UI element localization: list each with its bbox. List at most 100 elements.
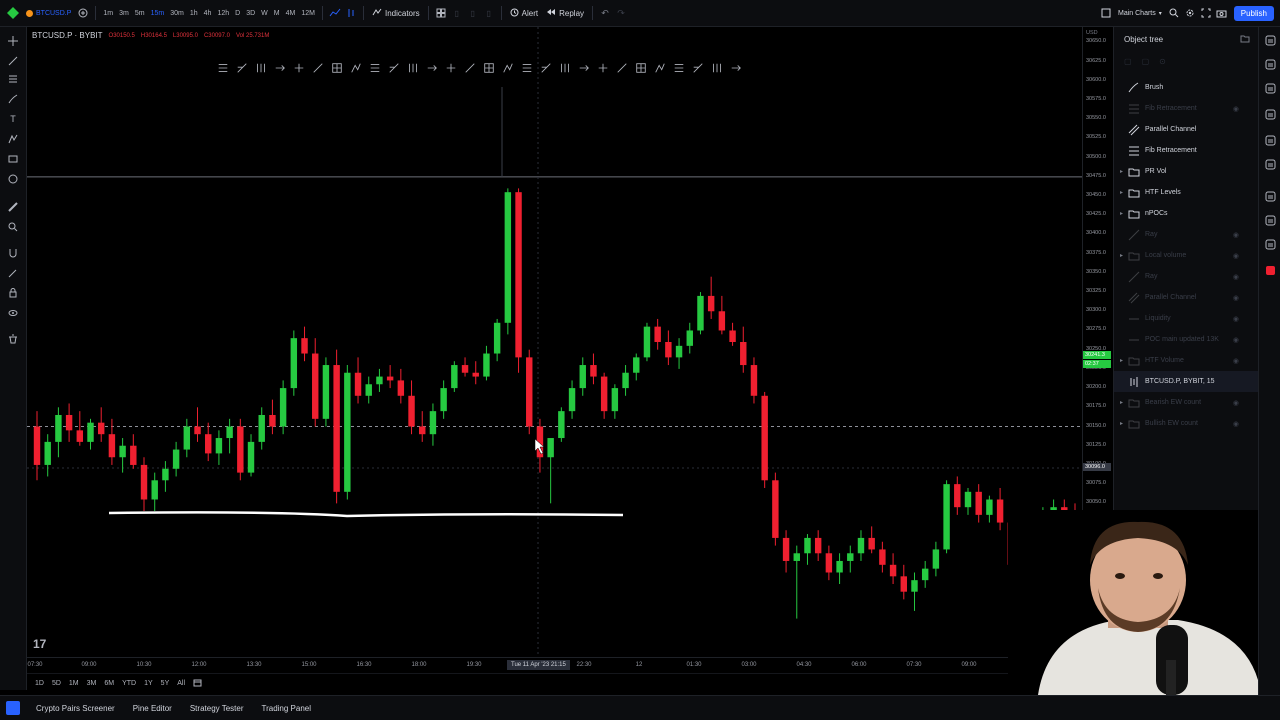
visibility-eye-icon[interactable]: ◉ — [1233, 231, 1239, 239]
object-tree-item[interactable]: Ray ◉ — [1114, 224, 1259, 245]
hotlist-icon[interactable] — [1263, 107, 1277, 121]
range-5y[interactable]: 5Y — [161, 680, 170, 687]
drawing-tool-icon[interactable] — [481, 60, 497, 76]
drawing-tool-icon[interactable] — [329, 60, 345, 76]
drawing-tool-icon[interactable] — [690, 60, 706, 76]
drawing-tool-icon[interactable] — [709, 60, 725, 76]
drawing-tool-icon[interactable] — [500, 60, 516, 76]
delete-icon[interactable]: ⊙ — [1159, 57, 1166, 66]
gear-icon[interactable] — [1182, 5, 1198, 21]
drawing-tool-icon[interactable] — [728, 60, 744, 76]
object-tree-item[interactable]: ▸ HTF Volume ◉ — [1114, 350, 1259, 371]
object-tree-item[interactable]: Ray ◉ — [1114, 266, 1259, 287]
object-tree-item[interactable]: Parallel Channel ◉ — [1114, 287, 1259, 308]
bottom-tab-trading-panel[interactable]: Trading Panel — [262, 704, 312, 713]
pattern-icon[interactable] — [5, 131, 21, 147]
drawing-tool-icon[interactable] — [424, 60, 440, 76]
fullscreen-icon[interactable] — [1198, 5, 1214, 21]
replay-button[interactable]: Replay — [542, 8, 588, 18]
range-1y[interactable]: 1Y — [144, 680, 153, 687]
template-icon[interactable]: ▯ — [449, 5, 465, 21]
bottom-tab-crypto-pairs-screener[interactable]: Crypto Pairs Screener — [36, 704, 115, 713]
range-3m[interactable]: 3M — [87, 680, 97, 687]
indicators-button[interactable]: Indicators — [368, 8, 424, 18]
bottom-logo-icon[interactable] — [6, 701, 20, 715]
object-tree-item[interactable]: BTCUSD.P, BYBIT, 15 — [1114, 371, 1259, 392]
range-6m[interactable]: 6M — [104, 680, 114, 687]
timeframe-5m[interactable]: 5m — [132, 10, 148, 17]
ruler-icon[interactable] — [5, 199, 21, 215]
add-folder-icon[interactable] — [1240, 34, 1250, 45]
drawing-tool-icon[interactable] — [519, 60, 535, 76]
drawing-tool-icon[interactable] — [671, 60, 687, 76]
chat-icon[interactable] — [1263, 189, 1277, 203]
expand-arrow-icon[interactable]: ▸ — [1120, 168, 1123, 175]
range-1m[interactable]: 1M — [69, 680, 79, 687]
layout-icon[interactable] — [1098, 5, 1114, 21]
object-tree-item[interactable]: Fib Retracement — [1114, 140, 1259, 161]
expand-arrow-icon[interactable]: ▸ — [1120, 420, 1123, 427]
trend-line-icon[interactable] — [5, 53, 21, 69]
symbol-search-button[interactable]: BTCUSD.P — [22, 9, 75, 17]
drawing-tool-icon[interactable] — [633, 60, 649, 76]
timeframe-W[interactable]: W — [258, 10, 271, 17]
visibility-eye-icon[interactable]: ◉ — [1233, 105, 1239, 113]
timeframe-1m[interactable]: 1m — [100, 10, 116, 17]
watchlist-icon[interactable] — [1263, 33, 1277, 47]
calendar-icon[interactable] — [1263, 133, 1277, 147]
drawing-tool-icon[interactable] — [272, 60, 288, 76]
drawing-tool-icon[interactable] — [614, 60, 630, 76]
time-axis[interactable]: Tue 11 Apr '23 21:15 07:30 09:00 10:30 12:0… — [27, 657, 1082, 673]
object-tree-item[interactable]: Parallel Channel — [1114, 119, 1259, 140]
timeframe-15m[interactable]: 15m — [148, 10, 168, 17]
range-5d[interactable]: 5D — [52, 680, 61, 687]
calendar-icon[interactable] — [193, 678, 202, 689]
expand-arrow-icon[interactable]: ▸ — [1120, 357, 1123, 364]
visibility-eye-icon[interactable]: ◉ — [1233, 336, 1239, 344]
redo-icon[interactable]: ↷ — [613, 5, 629, 21]
template-icon[interactable]: ▯ — [465, 5, 481, 21]
notifications-icon[interactable] — [1263, 263, 1277, 277]
eye-icon[interactable] — [5, 305, 21, 321]
magnet-icon[interactable] — [5, 245, 21, 261]
drawing-tool-icon[interactable] — [443, 60, 459, 76]
timeframe-1h[interactable]: 1h — [187, 10, 201, 17]
crosshair-icon[interactable] — [5, 33, 21, 49]
object-tree-item[interactable]: ▸ nPOCs — [1114, 203, 1259, 224]
search-icon[interactable] — [1166, 5, 1182, 21]
undo-icon[interactable]: ↶ — [597, 5, 613, 21]
template-icon[interactable]: ▯ — [481, 5, 497, 21]
projection-icon[interactable] — [5, 151, 21, 167]
range-1d[interactable]: 1D — [35, 680, 44, 687]
compare-add-icon[interactable] — [75, 5, 91, 21]
candlestick-chart[interactable] — [27, 27, 1082, 657]
visibility-eye-icon[interactable]: ◉ — [1233, 252, 1239, 260]
bottom-tab-pine-editor[interactable]: Pine Editor — [133, 704, 172, 713]
fib-tool-icon[interactable] — [5, 71, 21, 87]
object-tree-item[interactable]: POC main updated 13K ◉ — [1114, 329, 1259, 350]
drawing-tool-icon[interactable] — [386, 60, 402, 76]
icons-tool-icon[interactable] — [5, 171, 21, 187]
object-tree-item[interactable]: Fib Retracement ◉ — [1114, 98, 1259, 119]
signal-icon[interactable] — [1263, 237, 1277, 251]
object-tree-item[interactable]: Liquidity ◉ — [1114, 308, 1259, 329]
expand-arrow-icon[interactable]: ▸ — [1120, 252, 1123, 259]
expand-arrow-icon[interactable]: ▸ — [1120, 210, 1123, 217]
timeframe-3m[interactable]: 3m — [116, 10, 132, 17]
drawing-tool-icon[interactable] — [215, 60, 231, 76]
camera-icon[interactable] — [1214, 5, 1230, 21]
bottom-tab-strategy-tester[interactable]: Strategy Tester — [190, 704, 244, 713]
drawing-tool-icon[interactable] — [595, 60, 611, 76]
expand-arrow-icon[interactable]: ▸ — [1120, 399, 1123, 406]
timeframe-3D[interactable]: 3D — [243, 10, 258, 17]
timeframe-30m[interactable]: 30m — [167, 10, 187, 17]
drawing-tool-icon[interactable] — [253, 60, 269, 76]
drawing-tool-icon[interactable] — [538, 60, 554, 76]
ideas-icon[interactable] — [1263, 157, 1277, 171]
timeframe-D[interactable]: D — [232, 10, 243, 17]
visibility-eye-icon[interactable]: ◉ — [1233, 273, 1239, 281]
pencil-lock-icon[interactable] — [5, 265, 21, 281]
lock-icon[interactable] — [5, 285, 21, 301]
streams-icon[interactable] — [1263, 213, 1277, 227]
drawing-tool-icon[interactable] — [405, 60, 421, 76]
